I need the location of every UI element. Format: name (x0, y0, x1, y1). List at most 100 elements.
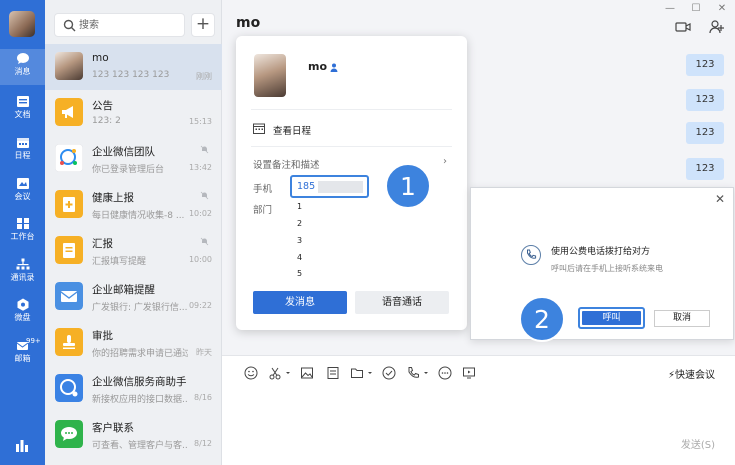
rail-label: 工作台 (10, 232, 35, 241)
conversation-preview: 可查看、管理客户与客... (92, 441, 188, 451)
calendar-icon (16, 138, 29, 148)
org-chart-icon[interactable] (15, 438, 29, 452)
search-icon (63, 19, 76, 32)
wecom-logo-icon (55, 144, 83, 172)
message-bubble[interactable]: 123 (686, 89, 724, 111)
chevron-right-icon[interactable]: › (443, 156, 447, 167)
chevron-down-icon[interactable] (366, 366, 374, 380)
conversation-item-announcement[interactable]: 公告 123: 2 15:13 (45, 90, 222, 136)
add-button[interactable]: + (191, 13, 215, 37)
calendar-icon (253, 123, 265, 134)
conversation-preview: 123: 2 (92, 116, 121, 126)
close-icon[interactable]: ✕ (715, 3, 729, 15)
conversation-time: 09:22 (188, 301, 212, 310)
screen-share-icon[interactable] (462, 366, 476, 380)
message-bubble[interactable]: 123 (686, 54, 724, 76)
mute-bell-icon (200, 237, 209, 246)
video-call-icon[interactable] (675, 20, 691, 34)
minimize-icon[interactable]: — (663, 3, 677, 15)
chevron-down-icon[interactable] (422, 366, 430, 380)
voice-call-button[interactable]: 语音通话 (355, 291, 449, 314)
search-box[interactable] (54, 13, 185, 37)
message-bubble[interactable]: 123 (686, 122, 724, 144)
mute-bell-icon (200, 191, 209, 200)
conversation-preview: 123 123 123 123 (92, 70, 170, 80)
check-circle-icon[interactable] (382, 366, 396, 380)
divider (251, 109, 452, 110)
rail-label: 消息 (14, 67, 31, 76)
step-marker-2: 2 (519, 296, 565, 342)
chevron-down-icon[interactable] (284, 366, 292, 380)
image-icon[interactable] (300, 366, 314, 380)
conversation-time: 10:00 (188, 255, 212, 264)
conversation-time: 15:13 (188, 117, 212, 126)
conversation-item-service-assistant[interactable]: 企业微信服务商助手 新接权应用的接口数据... 8/16 (45, 366, 222, 412)
conversation-item-mail-reminder[interactable]: 企业邮箱提醒 广发银行: 广发银行信... 09:22 (45, 274, 222, 320)
conversation-time: 10:02 (188, 209, 212, 218)
window-controls: — ☐ ✕ (651, 0, 729, 14)
send-button[interactable]: 发送(S) (681, 436, 715, 451)
conversation-preview: 新接权应用的接口数据... (92, 395, 188, 405)
rail-item-docs[interactable]: 文档 (0, 92, 45, 128)
set-remark-link[interactable]: 设置备注和描述 (253, 157, 320, 171)
close-icon[interactable]: ✕ (715, 192, 725, 206)
message-bubble[interactable]: 123 (686, 158, 724, 180)
megaphone-icon (55, 98, 83, 126)
send-message-button[interactable]: 发消息 (253, 291, 347, 314)
department-label: 部门 (253, 205, 273, 216)
maximize-icon[interactable]: ☐ (689, 3, 703, 15)
conversation-list: + mo 123 123 123 123 刚刚 公告 123: 2 15:13 … (45, 0, 222, 465)
rail-label: 通讯录 (10, 273, 35, 282)
rail-item-calendar[interactable]: 日程 (0, 133, 45, 169)
phone-icon[interactable] (406, 366, 420, 380)
profile-name: mo (308, 60, 328, 73)
conversation-name: 审批 (92, 330, 113, 342)
conversation-item-customer-contact[interactable]: 客户联系 可查看、管理客户与客... 8/12 (45, 412, 222, 458)
department-item: 3 (297, 236, 303, 245)
call-button[interactable]: 呼叫 (578, 307, 645, 329)
rail-item-messages[interactable]: 消息 (0, 49, 45, 85)
quick-meeting-button[interactable]: ⚡快速会议 (668, 366, 715, 381)
chat-title: mo (236, 15, 261, 31)
chat-header-actions (661, 20, 725, 37)
conversation-time: 昨天 (196, 348, 212, 357)
rail-item-contacts[interactable]: 通讯录 (0, 255, 45, 291)
phone-number-field[interactable]: 185 (290, 175, 369, 198)
conversation-item-wecom-team[interactable]: 企业微信团队 你已登录管理后台 13:42 (45, 136, 222, 182)
rail-item-mail[interactable]: 邮箱 99+ (0, 336, 45, 372)
rail-item-drive[interactable]: 微盘 (0, 295, 45, 331)
folder-icon[interactable] (350, 366, 364, 380)
nav-rail: 消息 文档 日程 会议 工作台 通讯录 微盘 邮箱 99+ (0, 0, 45, 465)
dialog-title: 使用公费电话拨打给对方 (551, 247, 651, 257)
conversation-name: 企业微信团队 (92, 146, 155, 158)
conversation-item-health-report[interactable]: 健康上报 每日健康情况收集-8 ... 10:02 (45, 182, 222, 228)
department-item: 5 (297, 269, 303, 278)
conversation-time: 8/16 (194, 393, 212, 402)
conversation-name: 企业邮箱提醒 (92, 284, 155, 296)
file-icon[interactable] (326, 366, 340, 380)
meeting-icon (16, 178, 29, 189)
message-input-area[interactable]: ⚡快速会议 发送(S) (222, 355, 735, 465)
rail-label: 微盘 (14, 313, 31, 322)
more-icon[interactable] (438, 366, 452, 380)
profile-avatar (254, 54, 286, 97)
call-button-label: 呼叫 (582, 311, 641, 325)
screenshot-scissors-icon[interactable] (268, 366, 282, 380)
search-input[interactable] (79, 17, 179, 33)
phone-number[interactable]: 185 (297, 181, 315, 192)
rail-item-workbench[interactable]: 工作台 (0, 214, 45, 250)
rail-item-meeting[interactable]: 会议 (0, 174, 45, 210)
emoji-icon[interactable] (244, 366, 258, 380)
conversation-item-mo[interactable]: mo 123 123 123 123 刚刚 (45, 44, 222, 90)
user-avatar[interactable] (9, 11, 35, 37)
cancel-button[interactable]: 取消 (654, 310, 710, 327)
conversation-item-report[interactable]: 汇报 汇报填写提醒 10:00 (45, 228, 222, 274)
conversation-item-approval[interactable]: 审批 你的招聘需求申请已通过 昨天 (45, 320, 222, 366)
report-document-icon (55, 236, 83, 264)
add-member-icon[interactable] (709, 20, 725, 34)
view-schedule-link[interactable]: 查看日程 (273, 123, 311, 137)
contact-avatar (55, 52, 83, 80)
rail-label: 邮箱 (14, 354, 31, 363)
service-assistant-icon (55, 374, 83, 402)
document-icon (16, 96, 29, 107)
